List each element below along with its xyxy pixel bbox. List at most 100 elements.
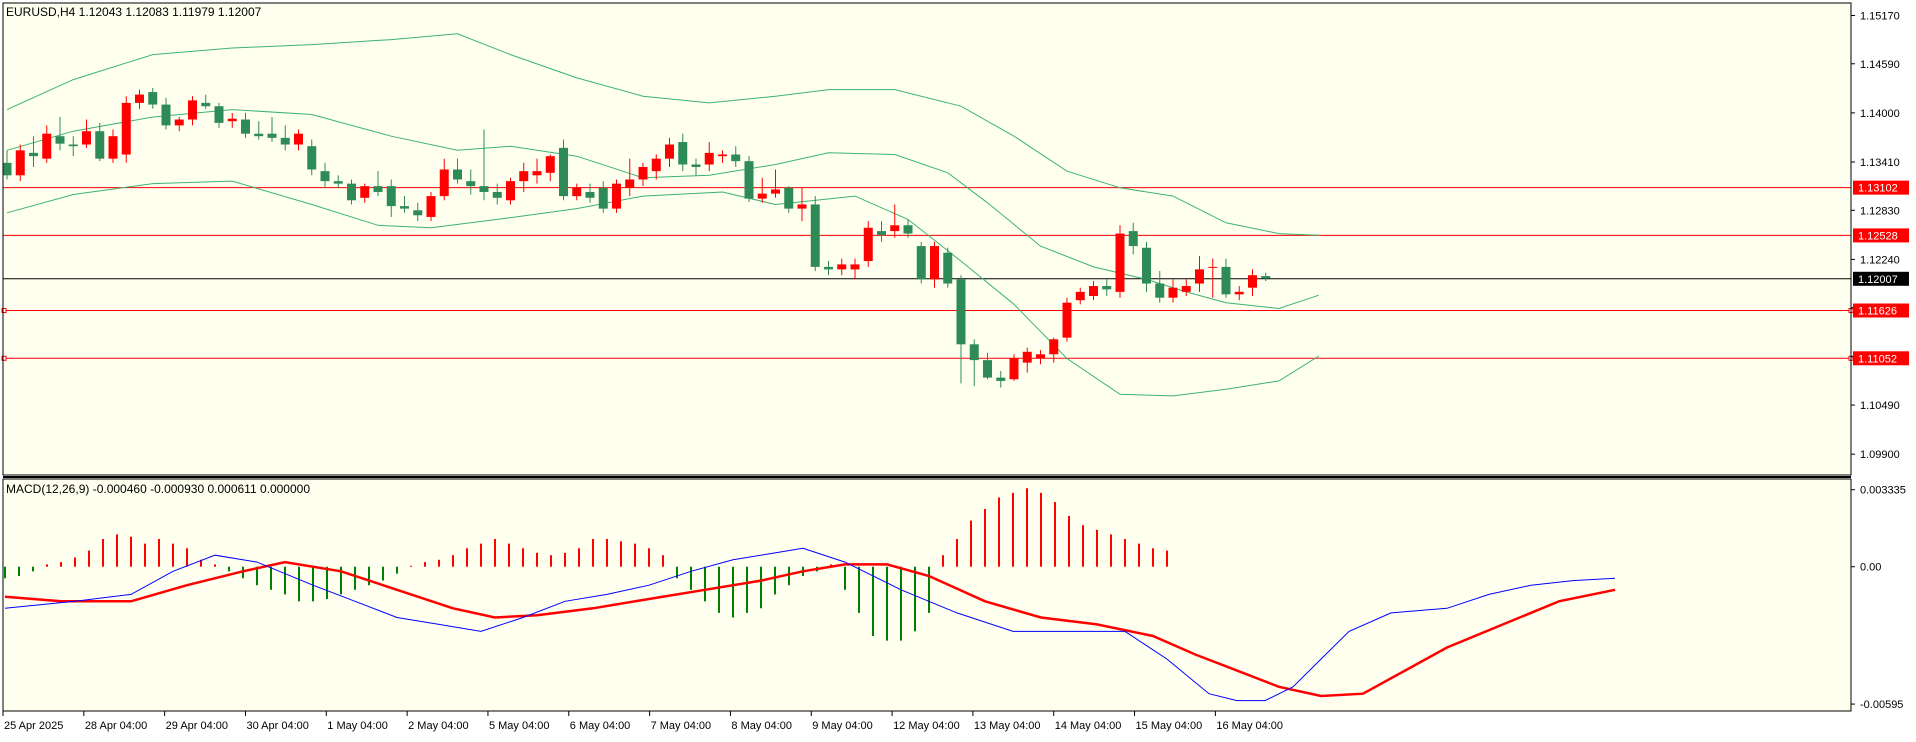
candle-body xyxy=(1049,339,1059,355)
candle[interactable] xyxy=(426,191,436,222)
candle-body xyxy=(1195,269,1204,284)
candle[interactable] xyxy=(810,196,820,272)
candle-body xyxy=(386,186,396,207)
candle-body xyxy=(1062,302,1072,338)
candle-body xyxy=(545,156,555,173)
time-tick-label: 9 May 04:00 xyxy=(812,720,873,732)
candle-body xyxy=(108,136,118,159)
macd-tick-label: 0.003335 xyxy=(1860,485,1906,497)
candle-body xyxy=(15,150,25,176)
candle-body xyxy=(1221,266,1231,295)
candle[interactable] xyxy=(943,247,953,288)
candle-body xyxy=(1089,286,1098,297)
time-tick-label: 14 May 04:00 xyxy=(1055,720,1122,732)
candle-body xyxy=(1234,291,1244,295)
candle[interactable] xyxy=(1115,225,1125,298)
trading-chart[interactable]: 1.15170 1.14590 1.14000 1.13410 1.12830 1.122… xyxy=(0,0,1916,737)
candle-body xyxy=(214,106,224,123)
time-tick-label: 5 May 04:00 xyxy=(489,720,550,732)
candle-body xyxy=(877,231,886,236)
candle-body xyxy=(890,225,900,232)
candle-body xyxy=(744,161,754,199)
candle[interactable] xyxy=(559,139,568,201)
candle-body xyxy=(625,179,635,188)
candle-body xyxy=(797,204,807,209)
price-tick-label: 1.12240 xyxy=(1860,254,1900,266)
candle-body xyxy=(267,133,277,138)
candle-body xyxy=(400,206,409,209)
candle-body xyxy=(1009,358,1019,380)
candle-body xyxy=(810,204,820,267)
candle-body xyxy=(996,377,1006,381)
candle-body xyxy=(612,183,621,209)
level-label: 1.11626 xyxy=(1858,306,1897,318)
time-tick-label: 30 Apr 04:00 xyxy=(246,720,308,732)
candle-body xyxy=(1102,286,1112,290)
candle[interactable] xyxy=(612,179,621,213)
candle[interactable] xyxy=(121,96,131,163)
candle-body xyxy=(506,181,515,201)
level-label: 1.12528 xyxy=(1858,230,1898,242)
candle-body xyxy=(241,119,250,134)
candle-body xyxy=(55,136,65,144)
candle-body xyxy=(148,92,158,105)
candle-body xyxy=(466,181,476,187)
candle-body xyxy=(1142,247,1151,284)
candle-body xyxy=(1261,276,1271,279)
time-tick-label: 15 May 04:00 xyxy=(1136,720,1203,732)
candle-body xyxy=(280,137,290,145)
candle-body xyxy=(42,133,52,159)
candle-body xyxy=(837,264,847,270)
candle-body xyxy=(559,147,568,197)
time-tick-label: 25 Apr 2025 xyxy=(4,720,63,732)
candle-body xyxy=(598,187,608,209)
chart-canvas[interactable]: 1.15170 1.14590 1.14000 1.13410 1.12830 1.122… xyxy=(0,0,1916,737)
candle-body xyxy=(863,227,873,262)
candle-body xyxy=(1208,266,1218,268)
candle-body xyxy=(585,191,595,198)
price-tick-label: 1.14590 xyxy=(1860,59,1900,71)
candle-body xyxy=(1155,283,1165,298)
candle-body xyxy=(161,104,171,126)
macd-tick-label: 0.00 xyxy=(1860,562,1881,574)
candle-body xyxy=(771,189,780,194)
candle-body xyxy=(227,118,237,122)
time-tick-label: 8 May 04:00 xyxy=(731,720,792,732)
candle-body xyxy=(188,100,197,120)
candle-body xyxy=(718,154,727,157)
time-tick-label: 1 May 04:00 xyxy=(327,720,388,732)
candle-body xyxy=(572,187,582,197)
candle[interactable] xyxy=(744,156,754,202)
candle-body xyxy=(320,171,330,182)
candle-body xyxy=(95,131,105,159)
candle-body xyxy=(532,171,542,176)
candle-body xyxy=(903,225,913,234)
price-tick-label: 1.12830 xyxy=(1860,205,1900,217)
time-tick-label: 7 May 04:00 xyxy=(651,720,712,732)
candle-body xyxy=(850,264,860,270)
candle-body xyxy=(135,94,144,103)
candle-body xyxy=(1128,231,1138,247)
candle[interactable] xyxy=(916,241,926,284)
candle-body xyxy=(519,171,529,182)
candle-body xyxy=(439,169,449,197)
candle-body xyxy=(121,102,131,155)
candle[interactable] xyxy=(1062,297,1072,342)
time-tick-label: 12 May 04:00 xyxy=(893,720,960,732)
candle[interactable] xyxy=(863,221,873,267)
candle-body xyxy=(294,133,303,145)
candle-body xyxy=(983,360,992,378)
level-label: 1.13102 xyxy=(1858,183,1898,195)
candle-body xyxy=(333,181,343,184)
candle-body xyxy=(2,162,12,176)
time-tick-label: 28 Apr 04:00 xyxy=(85,720,147,732)
macd-title: MACD(12,26,9) -0.000460 -0.000930 0.0006… xyxy=(6,482,310,496)
candle-body xyxy=(1022,351,1032,363)
candle-body xyxy=(969,344,979,361)
main-title: EURUSD,H4 1.12043 1.12083 1.11979 1.1200… xyxy=(6,5,262,19)
price-tick-label: 1.14000 xyxy=(1860,108,1900,120)
time-tick-label: 6 May 04:00 xyxy=(570,720,631,732)
price-tick-label: 1.13410 xyxy=(1860,157,1900,169)
candle-body xyxy=(757,193,767,199)
macd-tick-label: -0.00595 xyxy=(1860,699,1903,711)
